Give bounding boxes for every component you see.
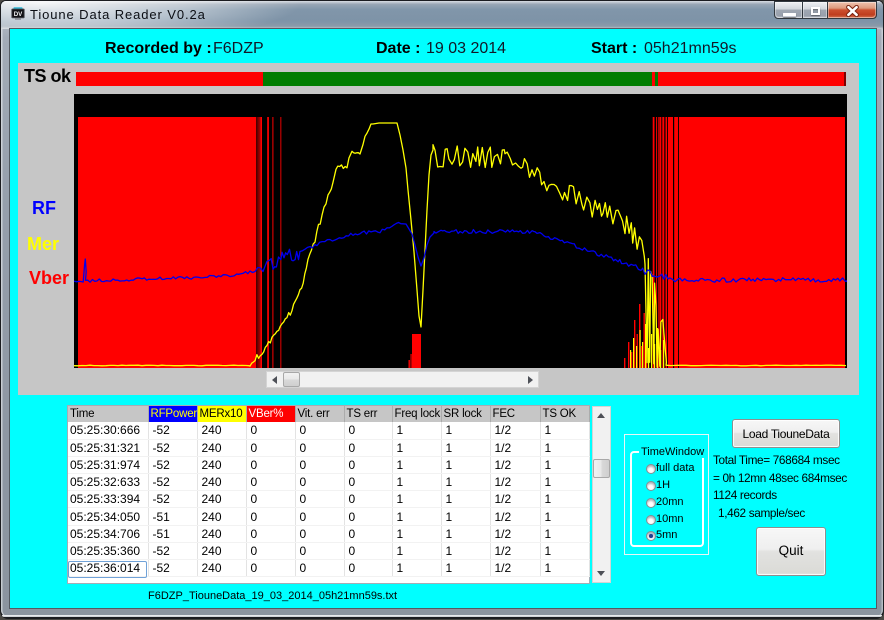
svg-text:DV: DV <box>14 11 23 18</box>
